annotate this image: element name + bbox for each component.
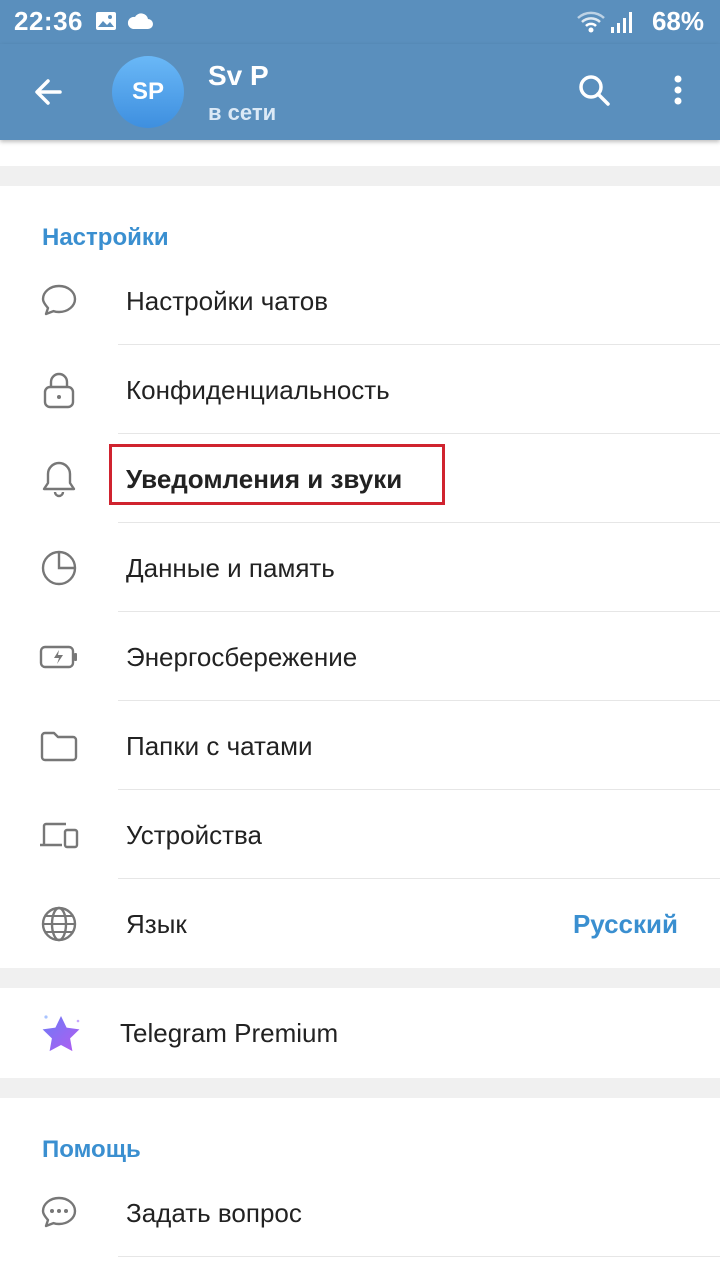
pie-chart-icon bbox=[38, 547, 80, 589]
search-icon bbox=[579, 75, 610, 106]
settings-section-title: Настройки bbox=[42, 224, 169, 251]
status-bar: 22:36 68% bbox=[0, 0, 720, 44]
settings-item-devices[interactable]: Устройства bbox=[0, 790, 720, 879]
premium-star-icon bbox=[38, 1012, 80, 1054]
globe-icon bbox=[38, 903, 80, 945]
more-menu-button[interactable] bbox=[664, 72, 692, 108]
more-vertical-icon bbox=[674, 75, 682, 105]
settings-item-language[interactable]: Язык Русский bbox=[0, 879, 720, 968]
settings-item-label: Настройки чатов bbox=[126, 286, 329, 316]
help-item-ask-question[interactable]: Задать вопрос bbox=[0, 1168, 720, 1257]
avatar[interactable]: SP bbox=[112, 56, 184, 128]
profile-name: Sv P bbox=[208, 60, 269, 91]
divider bbox=[118, 1256, 720, 1257]
gallery-icon bbox=[94, 9, 118, 38]
help-section-title: Помощь bbox=[42, 1136, 141, 1163]
settings-item-label: Язык bbox=[126, 909, 187, 939]
arrow-left-icon bbox=[35, 79, 62, 105]
signal-icon bbox=[610, 9, 634, 40]
highlight-box bbox=[109, 444, 445, 505]
settings-item-label: Энергосбережение bbox=[126, 642, 358, 672]
settings-item-chat-folders[interactable]: Папки с чатами bbox=[0, 701, 720, 790]
settings-item-label: Папки с чатами bbox=[126, 731, 313, 761]
battery-icon bbox=[38, 636, 80, 678]
telegram-premium-item[interactable]: Telegram Premium bbox=[0, 988, 720, 1077]
settings-item-label: Конфиденциальность bbox=[126, 375, 390, 405]
settings-section: Настройки Настройки чатов Конфиденциальн… bbox=[0, 186, 720, 968]
help-item-label: Задать вопрос bbox=[126, 1198, 302, 1228]
wifi-icon bbox=[576, 9, 606, 40]
settings-item-privacy[interactable]: Конфиденциальность bbox=[0, 345, 720, 434]
status-time: 22:36 bbox=[14, 6, 83, 36]
settings-item-label: Данные и память bbox=[126, 553, 335, 583]
cloud-icon bbox=[126, 9, 154, 38]
settings-item-chat-settings[interactable]: Настройки чатов bbox=[0, 256, 720, 345]
premium-section: Telegram Premium bbox=[0, 988, 720, 1078]
help-section: Помощь Задать вопрос bbox=[0, 1098, 720, 1280]
back-button[interactable] bbox=[30, 74, 66, 110]
question-chat-icon bbox=[38, 1192, 80, 1234]
folder-icon bbox=[38, 725, 80, 767]
chat-bubble-icon bbox=[38, 280, 80, 322]
online-status: в сети bbox=[208, 100, 277, 125]
search-button[interactable] bbox=[576, 72, 612, 108]
premium-label: Telegram Premium bbox=[120, 1018, 339, 1048]
settings-item-data-storage[interactable]: Данные и память bbox=[0, 523, 720, 612]
bell-icon bbox=[38, 458, 80, 500]
devices-icon bbox=[38, 814, 80, 856]
lock-icon bbox=[38, 369, 80, 411]
settings-item-power-saving[interactable]: Энергосбережение bbox=[0, 612, 720, 701]
language-value: Русский bbox=[572, 909, 678, 939]
chat-profile-header: SP Sv P в сети bbox=[0, 44, 720, 140]
settings-item-label: Устройства bbox=[126, 820, 263, 850]
battery-percent: 68% bbox=[651, 6, 704, 36]
